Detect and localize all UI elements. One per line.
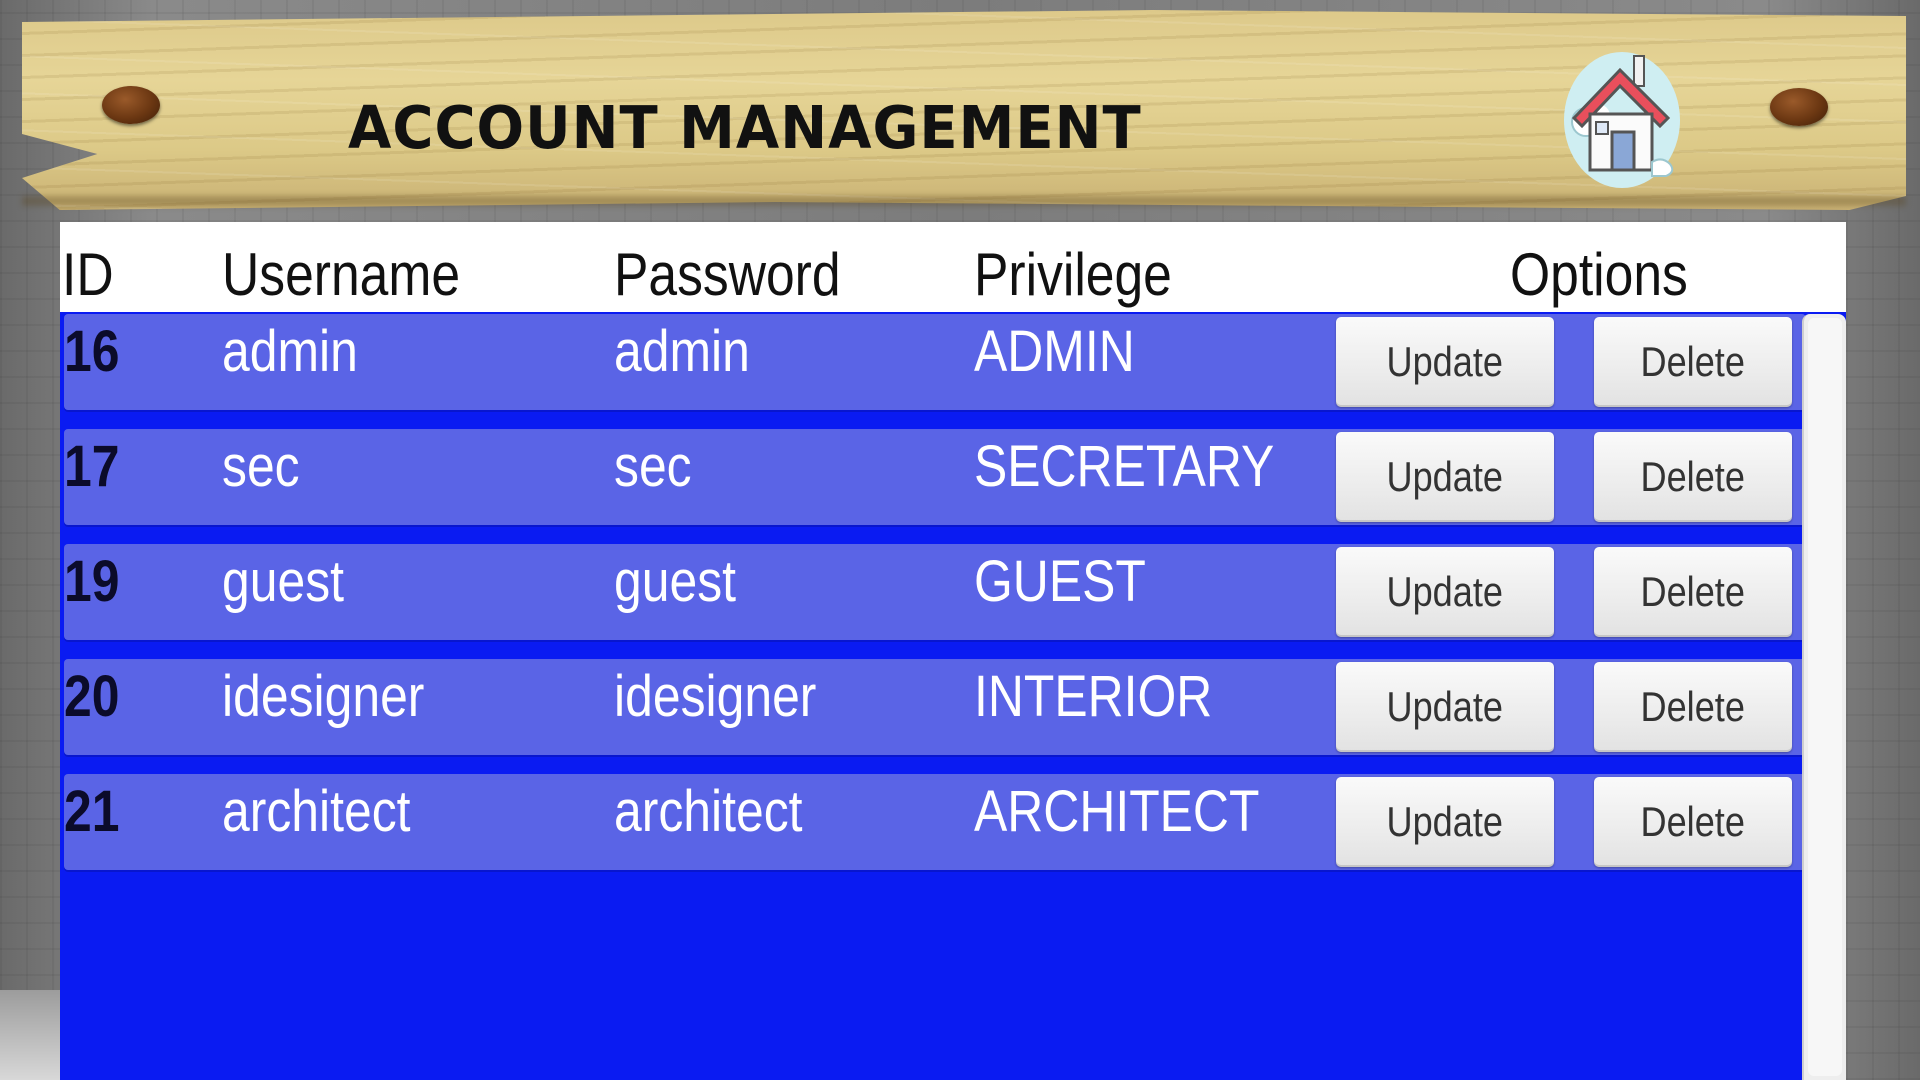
nail-icon (1770, 88, 1828, 126)
table-row: 20 idesigner idesigner INTERIOR Update D… (64, 659, 1806, 755)
home-button[interactable] (1556, 42, 1686, 190)
cell-username: guest (222, 549, 345, 614)
update-button-label: Update (1386, 798, 1504, 845)
column-header-username: Username (222, 241, 461, 308)
cell-id: 21 (64, 779, 120, 844)
table-row: 19 guest guest GUEST Update Delete (64, 544, 1806, 640)
cell-id: 16 (64, 319, 120, 384)
delete-button[interactable]: Delete (1594, 432, 1792, 522)
update-button[interactable]: Update (1336, 432, 1554, 522)
delete-button[interactable]: Delete (1594, 317, 1792, 407)
delete-button-label: Delete (1640, 338, 1746, 385)
delete-button-label: Delete (1640, 798, 1746, 845)
table-row: 21 architect architect ARCHITECT Update … (64, 774, 1806, 870)
cell-username: idesigner (222, 664, 425, 729)
column-header-privilege: Privilege (974, 241, 1172, 308)
scrollbar-thumb[interactable] (1808, 318, 1842, 1076)
accounts-table: ID Username Password Privilege Options 1… (60, 222, 1846, 1080)
vertical-scrollbar[interactable] (1802, 314, 1846, 1080)
cell-username: admin (222, 319, 358, 384)
update-button-label: Update (1386, 453, 1504, 500)
cell-password: sec (614, 434, 692, 499)
delete-button-label: Delete (1640, 683, 1746, 730)
update-button-label: Update (1386, 338, 1504, 385)
column-header-password: Password (614, 241, 841, 308)
update-button-label: Update (1386, 683, 1504, 730)
cell-password: admin (614, 319, 750, 384)
cell-password: guest (614, 549, 737, 614)
column-header-options: Options (1510, 241, 1688, 308)
delete-button-label: Delete (1640, 453, 1746, 500)
banner-shadow (22, 196, 1906, 206)
cell-password: idesigner (614, 664, 817, 729)
cell-username: architect (222, 779, 411, 844)
cell-privilege: INTERIOR (974, 664, 1213, 729)
cell-username: sec (222, 434, 300, 499)
page-title: ACCOUNT MANAGEMENT (348, 94, 1142, 163)
table-header: ID Username Password Privilege Options (60, 222, 1846, 312)
update-button[interactable]: Update (1336, 547, 1554, 637)
cell-privilege: ADMIN (974, 319, 1135, 384)
cell-id: 20 (64, 664, 120, 729)
house-icon (1564, 52, 1680, 188)
cell-privilege: GUEST (974, 549, 1146, 614)
table-row: 16 admin admin ADMIN Update Delete (64, 314, 1806, 410)
update-button[interactable]: Update (1336, 777, 1554, 867)
background-floor (0, 990, 60, 1080)
update-button[interactable]: Update (1336, 317, 1554, 407)
cell-privilege: ARCHITECT (974, 779, 1260, 844)
column-header-id: ID (62, 241, 114, 308)
update-button-label: Update (1386, 568, 1504, 615)
update-button[interactable]: Update (1336, 662, 1554, 752)
table-row: 17 sec sec SECRETARY Update Delete (64, 429, 1806, 525)
cell-id: 19 (64, 549, 120, 614)
cell-privilege: SECRETARY (974, 434, 1275, 499)
cell-id: 17 (64, 434, 120, 499)
delete-button[interactable]: Delete (1594, 777, 1792, 867)
delete-button-label: Delete (1640, 568, 1746, 615)
nail-icon (102, 86, 160, 124)
delete-button[interactable]: Delete (1594, 662, 1792, 752)
cell-password: architect (614, 779, 803, 844)
delete-button[interactable]: Delete (1594, 547, 1792, 637)
